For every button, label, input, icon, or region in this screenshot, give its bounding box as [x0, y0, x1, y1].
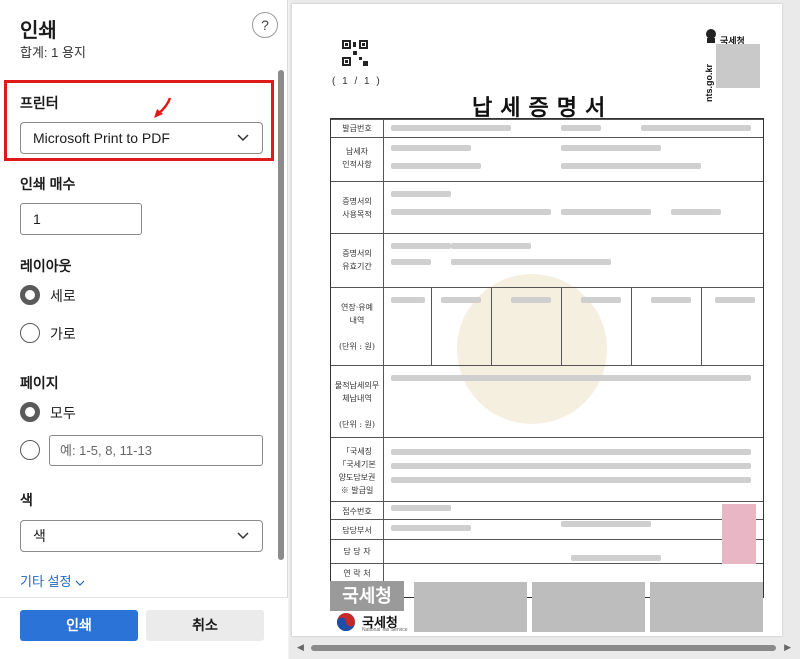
print-preview: ( 1 / 1 ) 납세증명서 국세청 nts.go.kr 발급번호 납세자 인… [289, 0, 800, 659]
chevron-down-icon [237, 134, 249, 142]
radio-all-pages[interactable] [20, 402, 40, 422]
page-range-input[interactable]: 예: 1-5, 8, 11-13 [49, 435, 263, 466]
agency-mascot-icon [706, 29, 716, 43]
scroll-right-icon[interactable]: ▶ [784, 642, 791, 653]
page-indicator: ( 1 / 1 ) [332, 76, 382, 87]
all-pages-label: 모두 [50, 405, 76, 421]
certificate-table: 발급번호 납세자 인적사항 증명서의 사용목적 증명서의 유효기간 연장·유예 … [330, 118, 764, 599]
print-button[interactable]: 인쇄 [20, 610, 138, 641]
more-settings-link[interactable]: 기타 설정 [20, 571, 85, 590]
help-icon[interactable]: ? [252, 12, 278, 38]
preview-page: ( 1 / 1 ) 납세증명서 국세청 nts.go.kr 발급번호 납세자 인… [292, 4, 782, 636]
row-label-taxpayer: 납세자 인적사항 [342, 147, 372, 169]
official-stamp [722, 504, 756, 564]
radio-landscape[interactable] [20, 323, 40, 343]
radio-page-range[interactable] [20, 440, 40, 460]
dialog-title: 인쇄 [20, 20, 57, 42]
row-label-department: 담당부서 [342, 526, 372, 535]
sheet-count: 합계: 1 용지 [20, 45, 86, 60]
scroll-left-icon[interactable]: ◀ [297, 642, 304, 653]
row-label-issue-number: 발급번호 [342, 124, 372, 133]
logo-subtitle: National Tax Service [362, 627, 408, 633]
pages-label: 페이지 [20, 375, 59, 391]
settings-scroll-area: 인쇄 합계: 1 용지 ? 프린터 Microsoft Print to PDF… [0, 0, 288, 597]
chevron-down-icon [75, 580, 85, 586]
barcode-box [716, 44, 760, 88]
portrait-label: 세로 [50, 288, 76, 304]
printer-select[interactable]: Microsoft Print to PDF [20, 122, 263, 154]
preview-horizontal-scrollbar[interactable]: ◀ ▶ [297, 642, 791, 654]
site-url: nts.go.kr [704, 63, 714, 102]
row-label-receipt: 접수번호 [342, 507, 372, 516]
annotation-arrow-icon [154, 97, 172, 118]
logo-watermark: 국세청 [330, 581, 404, 611]
copies-input[interactable]: 1 [20, 203, 142, 235]
landscape-label: 가로 [50, 326, 76, 342]
barcode-strip-1 [414, 582, 527, 632]
copies-label: 인쇄 매수 [20, 176, 76, 192]
row-label-extension: 연장·유예 내역 (단위 : 원) [338, 303, 376, 351]
radio-portrait[interactable] [20, 285, 40, 305]
scroll-thumb[interactable] [311, 645, 776, 651]
print-dialog: 인쇄 합계: 1 용지 ? 프린터 Microsoft Print to PDF… [0, 0, 800, 659]
row-label-validity: 증명서의 유효기간 [342, 249, 372, 271]
barcode-strip-2 [532, 582, 645, 632]
national-emblem-icon [337, 613, 355, 631]
color-select[interactable]: 색 [20, 520, 263, 552]
color-value: 색 [33, 528, 46, 544]
cancel-button[interactable]: 취소 [146, 610, 264, 641]
printer-label: 프린터 [20, 95, 59, 111]
row-label-arrears: 물적납세의무 체납내역 (단위 : 원) [334, 381, 380, 429]
printer-value: Microsoft Print to PDF [33, 130, 170, 146]
more-settings-label: 기타 설정 [20, 574, 72, 589]
row-label-officer: 담 당 자 [343, 547, 371, 556]
chevron-down-icon [237, 532, 249, 540]
row-label-notice: 「국세징 「국세기본 양도담보권 ※ 발급일 [338, 447, 376, 495]
color-label: 색 [20, 492, 33, 508]
panel-scrollbar[interactable] [278, 70, 284, 560]
qr-code-icon [342, 40, 368, 66]
row-label-contact: 연 락 처 [343, 569, 371, 578]
barcode-strip-3 [650, 582, 763, 632]
layout-label: 레이아웃 [20, 258, 72, 274]
print-settings-panel: 인쇄 합계: 1 용지 ? 프린터 Microsoft Print to PDF… [0, 0, 288, 659]
dialog-footer: 인쇄 취소 [0, 597, 288, 659]
row-label-purpose: 증명서의 사용목적 [342, 197, 372, 219]
site-url-text: nts.go.kr [704, 63, 714, 102]
